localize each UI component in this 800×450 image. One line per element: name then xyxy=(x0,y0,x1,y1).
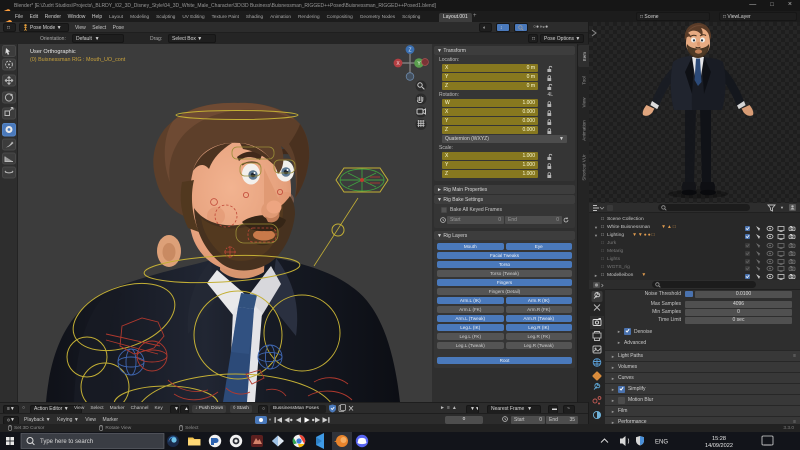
svg-text:ENG: ENG xyxy=(655,440,668,446)
svg-text:Type here to search: Type here to search xyxy=(40,439,93,445)
svg-text:User Orthographic: User Orthographic xyxy=(30,49,76,55)
svg-text:(0) Buisnessman RIG : Mouth_UO: (0) Buisnessman RIG : Mouth_UO_cont xyxy=(30,57,126,63)
svg-text:15:28: 15:28 xyxy=(712,436,726,442)
svg-text:14/09/2022: 14/09/2022 xyxy=(705,443,733,449)
svg-text:Z: Z xyxy=(408,47,411,53)
